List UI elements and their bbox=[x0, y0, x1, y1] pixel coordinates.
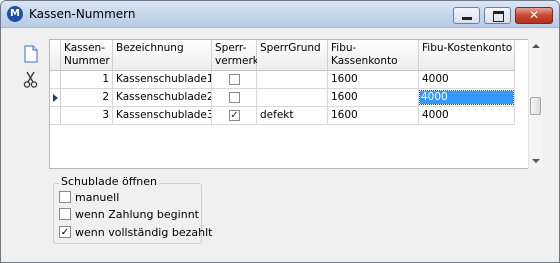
column-header-label: Sperr- vermerk bbox=[215, 42, 259, 67]
row-selector-current[interactable] bbox=[50, 89, 61, 107]
option-label: manuell bbox=[75, 191, 120, 204]
cell-sperrgrund[interactable] bbox=[257, 71, 328, 89]
column-header-fibu-kostenkonto[interactable]: Fibu-Kostenkonto bbox=[419, 40, 515, 71]
app-icon: M bbox=[7, 6, 23, 22]
scissors-icon[interactable] bbox=[23, 71, 39, 89]
row-selector[interactable] bbox=[50, 107, 61, 125]
cell-fibu-kassenkonto[interactable]: 1600 bbox=[328, 107, 419, 125]
cell-sperrgrund[interactable] bbox=[257, 89, 328, 107]
column-header-fibu-kassenkonto[interactable]: Fibu-Kassenkonto bbox=[328, 40, 419, 71]
row-selector-header bbox=[50, 40, 61, 71]
cell-fibu-kostenkonto-selected[interactable]: 4000 bbox=[419, 89, 515, 107]
cell-sperrvermerk[interactable] bbox=[212, 89, 257, 107]
title-bar[interactable]: M Kassen-Nummern ✕ bbox=[1, 1, 559, 28]
vertical-scrollbar[interactable] bbox=[528, 39, 543, 169]
cell-bezeichnung[interactable]: Kassenschublade3 bbox=[113, 107, 212, 125]
cell-kassennummer[interactable]: 2 bbox=[61, 89, 113, 107]
column-header-sperrgrund[interactable]: SperrGrund bbox=[257, 40, 328, 71]
close-icon: ✕ bbox=[528, 8, 540, 22]
column-header-label: Bezeichnung bbox=[116, 42, 184, 54]
minimize-icon bbox=[462, 17, 472, 20]
close-button[interactable]: ✕ bbox=[515, 7, 553, 24]
cell-sperrvermerk[interactable] bbox=[212, 71, 257, 89]
wenn-zahlung-beginnt-checkbox[interactable] bbox=[59, 208, 71, 220]
column-header-label: Fibu-Kassenkonto bbox=[331, 42, 398, 67]
cell-fibu-kostenkonto[interactable]: 4000 bbox=[419, 107, 515, 125]
current-row-arrow-icon bbox=[53, 94, 58, 102]
column-header-label: SperrGrund bbox=[260, 42, 321, 54]
cell-bezeichnung[interactable]: Kassenschublade1 bbox=[113, 71, 212, 89]
cell-sperrvermerk[interactable]: ✓ bbox=[212, 107, 257, 125]
cell-fibu-kassenkonto[interactable]: 1600 bbox=[328, 89, 419, 107]
column-header-label: Kassen- Nummer bbox=[64, 42, 110, 67]
cell-bezeichnung[interactable]: Kassenschublade2 bbox=[113, 89, 212, 107]
scrollbar-thumb[interactable] bbox=[530, 97, 541, 115]
column-header-label: Fibu-Kostenkonto bbox=[422, 42, 513, 54]
minimize-button[interactable] bbox=[453, 7, 480, 24]
cell-kassennummer[interactable]: 1 bbox=[61, 71, 113, 89]
cell-sperrgrund[interactable]: defekt bbox=[257, 107, 328, 125]
scroll-down-arrow-icon[interactable] bbox=[532, 159, 540, 163]
option-label: wenn Zahlung beginnt bbox=[75, 208, 199, 221]
row-selector[interactable] bbox=[50, 71, 61, 89]
schublade-groupbox-title: Schublade öffnen bbox=[59, 175, 160, 188]
maximize-icon bbox=[493, 11, 504, 22]
kassen-table[interactable]: Kassen- Nummer Bezeichnung Sperr- vermer… bbox=[49, 39, 543, 169]
column-header-bezeichnung[interactable]: Bezeichnung bbox=[113, 40, 212, 71]
cell-fibu-kassenkonto[interactable]: 1600 bbox=[328, 71, 419, 89]
scroll-up-arrow-icon[interactable] bbox=[532, 44, 540, 48]
selected-cell-value[interactable]: 4000 bbox=[419, 90, 514, 105]
new-document-icon[interactable] bbox=[23, 45, 39, 63]
kassen-nummern-window: M Kassen-Nummern ✕ Kassen- Nummer Bezeic… bbox=[0, 0, 560, 263]
cell-kassennummer[interactable]: 3 bbox=[61, 107, 113, 125]
sperrvermerk-checkbox-checked[interactable]: ✓ bbox=[229, 110, 240, 121]
window-title: Kassen-Nummern bbox=[29, 7, 136, 21]
column-header-kassennummer[interactable]: Kassen- Nummer bbox=[61, 40, 113, 71]
sperrvermerk-checkbox[interactable] bbox=[229, 74, 240, 85]
maximize-button[interactable] bbox=[484, 7, 511, 24]
sperrvermerk-checkbox[interactable] bbox=[229, 92, 240, 103]
manuell-checkbox[interactable] bbox=[59, 191, 71, 203]
wenn-vollstaendig-bezahlt-checkbox[interactable]: ✓ bbox=[59, 226, 71, 238]
cell-fibu-kostenkonto[interactable]: 4000 bbox=[419, 71, 515, 89]
option-label: wenn vollständig bezahlt bbox=[75, 226, 213, 239]
column-header-sperrvermerk[interactable]: Sperr- vermerk bbox=[212, 40, 259, 71]
